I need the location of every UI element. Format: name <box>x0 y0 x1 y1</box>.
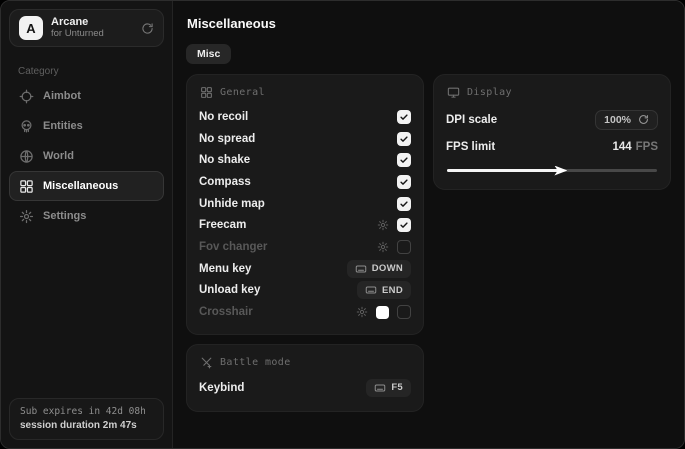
checkbox[interactable] <box>397 132 411 146</box>
monitor-icon <box>447 86 460 99</box>
keybind-badge[interactable]: END <box>357 281 411 299</box>
crosshair-icon <box>19 89 34 104</box>
check-icon <box>399 199 409 209</box>
row-label: Unload key <box>199 284 260 296</box>
subscription-card: Sub expires in 42d 08h session duration … <box>9 398 164 440</box>
gear-icon <box>19 209 34 224</box>
row-crosshair: Crosshair <box>199 301 411 323</box>
sidebar-nav: Aimbot Entities World Miscellaneous <box>1 81 172 231</box>
app-window: A Arcane for Unturned Category Aimbot <box>0 0 685 449</box>
row-keybind: Keybind F5 <box>199 376 411 400</box>
keybind-value: F5 <box>391 382 403 393</box>
sidebar-item-label: Miscellaneous <box>43 180 118 192</box>
dpi-scale-row: DPI scale 100% <box>446 106 658 133</box>
sidebar-item-label: Aimbot <box>43 90 81 102</box>
gear-icon[interactable] <box>377 241 389 253</box>
checkbox[interactable] <box>397 305 411 319</box>
app-name: Arcane <box>51 16 104 29</box>
keybind-value: DOWN <box>372 263 403 274</box>
sidebar-item-label: Settings <box>43 210 86 222</box>
row-menu-key: Menu key DOWN <box>199 258 411 280</box>
category-label: Category <box>18 66 172 77</box>
panel-title: Battle mode <box>220 357 291 368</box>
sidebar-item-label: World <box>43 150 74 162</box>
fps-limit-label: FPS limit <box>446 141 495 153</box>
sidebar: A Arcane for Unturned Category Aimbot <box>1 1 173 448</box>
row-label: Menu key <box>199 263 251 275</box>
row-label: Fov changer <box>199 241 267 253</box>
color-swatch[interactable] <box>376 306 389 319</box>
main-content: Miscellaneous Misc General No recoil No s… <box>173 1 685 448</box>
sync-icon[interactable] <box>141 22 154 35</box>
checkbox[interactable] <box>397 240 411 254</box>
fps-limit-row: FPS limit 144 FPS <box>446 133 658 160</box>
row-label: Freecam <box>199 219 246 231</box>
layout-grid-icon <box>200 86 213 99</box>
sidebar-item-miscellaneous[interactable]: Miscellaneous <box>9 171 164 201</box>
profile-card[interactable]: A Arcane for Unturned <box>9 9 164 47</box>
keyboard-icon <box>374 382 386 394</box>
keybind-badge[interactable]: F5 <box>366 379 411 397</box>
panel-title: General <box>220 87 265 98</box>
globe-icon <box>19 149 34 164</box>
entities-icon <box>19 119 34 134</box>
gear-icon[interactable] <box>356 306 368 318</box>
sub-expires-text: Sub expires in 42d 08h <box>20 406 153 417</box>
grid-icon <box>19 179 34 194</box>
row-fov-changer: Fov changer <box>199 236 411 258</box>
check-icon <box>399 112 409 122</box>
sidebar-item-world[interactable]: World <box>9 141 164 171</box>
panel-general: General No recoil No spread No shake Compas… <box>186 74 424 335</box>
row-label: Unhide map <box>199 198 265 210</box>
row-compass: Compass <box>199 171 411 193</box>
keyboard-icon <box>355 263 367 275</box>
row-no-recoil: No recoil <box>199 106 411 128</box>
panel-display: Display DPI scale 100% FPS limit <box>433 74 671 190</box>
tab-misc[interactable]: Misc <box>186 44 231 64</box>
checkbox[interactable] <box>397 110 411 124</box>
checkbox[interactable] <box>397 218 411 232</box>
row-no-spread: No spread <box>199 128 411 150</box>
sidebar-item-settings[interactable]: Settings <box>9 201 164 231</box>
sidebar-item-label: Entities <box>43 120 83 132</box>
checkbox[interactable] <box>397 153 411 167</box>
check-icon <box>399 220 409 230</box>
avatar: A <box>19 16 43 40</box>
checkbox[interactable] <box>397 197 411 211</box>
row-freecam: Freecam <box>199 214 411 236</box>
dpi-scale-value: 100% <box>604 114 631 126</box>
fps-limit-unit: FPS <box>636 141 658 153</box>
fps-limit-slider[interactable] <box>447 164 657 176</box>
check-icon <box>399 134 409 144</box>
page-title: Miscellaneous <box>187 16 671 31</box>
panel-title: Display <box>467 87 512 98</box>
row-label: No spread <box>199 133 255 145</box>
row-unhide-map: Unhide map <box>199 193 411 215</box>
row-label: Crosshair <box>199 306 253 318</box>
check-icon <box>399 155 409 165</box>
dpi-scale-control[interactable]: 100% <box>595 110 658 130</box>
check-icon <box>399 177 409 187</box>
keyboard-icon <box>365 284 377 296</box>
fps-limit-value: 144 <box>612 141 631 153</box>
sidebar-item-entities[interactable]: Entities <box>9 111 164 141</box>
app-subtitle: for Unturned <box>51 29 104 40</box>
swords-icon <box>200 356 213 369</box>
panel-battle-mode: Battle mode Keybind F5 <box>186 344 424 412</box>
reset-icon[interactable] <box>638 114 649 125</box>
row-label: Compass <box>199 176 251 188</box>
row-label: Keybind <box>199 382 244 394</box>
gear-icon[interactable] <box>377 219 389 231</box>
keybind-badge[interactable]: DOWN <box>347 260 411 278</box>
row-no-shake: No shake <box>199 149 411 171</box>
checkbox[interactable] <box>397 175 411 189</box>
row-label: No recoil <box>199 111 248 123</box>
sidebar-item-aimbot[interactable]: Aimbot <box>9 81 164 111</box>
session-duration-text: session duration 2m 47s <box>20 420 153 431</box>
dpi-scale-label: DPI scale <box>446 114 497 126</box>
keybind-value: END <box>382 285 403 296</box>
row-label: No shake <box>199 154 250 166</box>
row-unload-key: Unload key END <box>199 280 411 302</box>
